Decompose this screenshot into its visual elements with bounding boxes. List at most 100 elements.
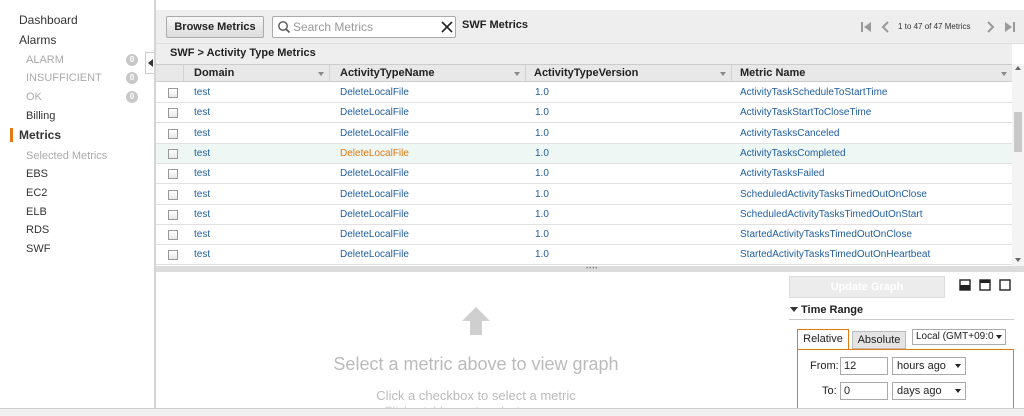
activity-type-name-cell[interactable]: DeleteLocalFile [340, 229, 409, 240]
table-row[interactable]: test DeleteLocalFile 1.0 ActivityTasksFaile… [156, 164, 1012, 185]
activity-type-name-cell[interactable]: DeleteLocalFile [340, 87, 409, 98]
from-unit-select[interactable]: hours ago [892, 357, 966, 375]
sidebar-item-ebs[interactable]: EBS [26, 168, 48, 180]
first-page-icon[interactable] [860, 21, 872, 33]
breadcrumb-text: SWF > Activity Type Metrics [170, 47, 316, 59]
domain-cell[interactable]: test [194, 189, 210, 200]
activity-type-name-cell[interactable]: DeleteLocalFile [340, 148, 409, 159]
search-input[interactable] [293, 19, 437, 35]
activity-type-version-cell[interactable]: 1.0 [535, 148, 549, 159]
activity-type-version-cell[interactable]: 1.0 [535, 87, 549, 98]
table-row[interactable]: test DeleteLocalFile 1.0 ActivityTaskSchedu… [156, 83, 1012, 103]
tab-relative[interactable]: Relative [797, 329, 849, 349]
activity-type-version-cell[interactable]: 1.0 [535, 189, 549, 200]
table-row[interactable]: test DeleteLocalFile 1.0 ScheduledActivityT… [156, 204, 1012, 225]
activity-type-name-cell[interactable]: DeleteLocalFile [340, 128, 409, 139]
sidebar-item-dashboard[interactable]: Dashboard [19, 13, 78, 27]
sidebar-item-billing[interactable]: Billing [26, 110, 55, 122]
domain-cell[interactable]: test [194, 229, 210, 240]
sidebar-item-alarms[interactable]: Alarms [19, 33, 56, 47]
scrollbar-thumb[interactable] [1014, 112, 1022, 152]
table-row[interactable]: test DeleteLocalFile 1.0 StartedActivityTas… [156, 225, 1012, 246]
row-checkbox[interactable] [168, 189, 178, 200]
row-checkbox[interactable] [168, 250, 178, 261]
view-medium-icon[interactable] [979, 279, 991, 291]
metric-name-cell[interactable]: StartedActivityTasksTimedOutOnHeartbeat [740, 249, 930, 260]
activity-type-version-cell[interactable]: 1.0 [535, 128, 549, 139]
activity-type-version-cell[interactable]: 1.0 [535, 107, 549, 118]
row-checkbox[interactable] [168, 169, 178, 180]
domain-cell[interactable]: test [194, 128, 210, 139]
column-metric-name-label: Metric Name [740, 67, 806, 79]
row-checkbox[interactable] [168, 209, 178, 220]
metric-name-cell[interactable]: StartedActivityTasksTimedOutOnClose [740, 229, 912, 240]
metric-name-cell[interactable]: ActivityTasksCompleted [740, 148, 846, 159]
domain-cell[interactable]: test [194, 87, 210, 98]
sidebar-item-ec2[interactable]: EC2 [26, 187, 47, 199]
collapse-caret-icon[interactable] [790, 307, 798, 312]
tab-absolute[interactable]: Absolute [852, 331, 906, 349]
row-checkbox[interactable] [168, 128, 178, 139]
sidebar-item-elb[interactable]: ELB [26, 206, 47, 218]
metric-name-cell[interactable]: ActivityTasksFailed [740, 168, 824, 179]
row-checkbox[interactable] [168, 88, 178, 98]
table-row[interactable]: test DeleteLocalFile 1.0 ActivityTaskStartT… [156, 103, 1012, 124]
view-small-icon[interactable] [959, 279, 971, 291]
domain-cell[interactable]: test [194, 148, 210, 159]
scroll-up-icon[interactable] [1015, 66, 1021, 70]
column-domain[interactable]: Domain [184, 65, 330, 82]
row-checkbox[interactable] [168, 230, 178, 241]
close-icon[interactable] [441, 21, 453, 33]
activity-type-version-cell[interactable]: 1.0 [535, 209, 549, 220]
to-amount-input[interactable]: 0 [840, 382, 888, 400]
metric-name-cell[interactable]: ScheduledActivityTasksTimedOutOnClose [740, 189, 927, 200]
activity-type-version-cell[interactable]: 1.0 [535, 168, 549, 179]
row-checkbox[interactable] [168, 108, 178, 119]
sidebar-item-metrics[interactable]: Metrics [19, 128, 61, 142]
activity-type-name-cell[interactable]: DeleteLocalFile [340, 189, 409, 200]
table-row[interactable]: test DeleteLocalFile 1.0 StartedActivityTas… [156, 245, 1012, 266]
sidebar-item-ok[interactable]: OK [26, 91, 42, 103]
table-row[interactable]: test DeleteLocalFile 1.0 ScheduledActivityT… [156, 184, 1012, 205]
update-graph-button[interactable]: Update Graph [789, 276, 945, 298]
table-row[interactable]: test DeleteLocalFile 1.0 ActivityTasksCompl… [156, 143, 1012, 164]
activity-type-version-cell[interactable]: 1.0 [535, 229, 549, 240]
metric-name-cell[interactable]: ActivityTaskScheduleToStartTime [740, 87, 887, 98]
domain-cell[interactable]: test [194, 107, 210, 118]
sidebar-item-alarm[interactable]: ALARM [26, 54, 64, 66]
activity-type-name-cell[interactable]: DeleteLocalFile [340, 249, 409, 260]
activity-type-version-cell[interactable]: 1.0 [535, 249, 549, 260]
timezone-select[interactable]: Local (GMT+09:0 [912, 329, 1006, 345]
view-large-icon[interactable] [999, 279, 1011, 291]
time-range-title[interactable]: Time Range [801, 304, 863, 316]
domain-cell[interactable]: test [194, 249, 210, 260]
sidebar-item-selected-metrics[interactable]: Selected Metrics [26, 150, 107, 162]
browse-metrics-button[interactable]: Browse Metrics [166, 16, 264, 38]
activity-type-name-cell[interactable]: DeleteLocalFile [340, 168, 409, 179]
column-activity-type-name[interactable]: ActivityTypeName [330, 65, 526, 82]
activity-type-name-cell[interactable]: DeleteLocalFile [340, 107, 409, 118]
from-amount-input[interactable]: 12 [840, 357, 888, 375]
sidebar-item-insufficient[interactable]: INSUFFICIENT [26, 72, 102, 84]
row-checkbox[interactable] [168, 148, 178, 159]
sidebar-item-swf[interactable]: SWF [26, 243, 50, 255]
scroll-down-icon[interactable] [1015, 258, 1021, 262]
next-page-icon[interactable] [984, 21, 996, 33]
column-metric-name[interactable]: Metric Name [732, 65, 1012, 82]
table-row[interactable]: test DeleteLocalFile 1.0 ActivityTasksCance… [156, 123, 1012, 144]
metric-name-cell[interactable]: ActivityTasksCanceled [740, 128, 839, 139]
domain-cell[interactable]: test [194, 168, 210, 179]
table-scrollbar[interactable] [1012, 64, 1024, 266]
prev-page-icon[interactable] [880, 21, 892, 33]
header-checkbox-col [156, 65, 184, 82]
last-page-icon[interactable] [1004, 21, 1016, 33]
pager: 1 to 47 of 47 Metrics [856, 10, 1024, 44]
to-unit-select[interactable]: days ago [892, 382, 966, 400]
activity-type-name-cell[interactable]: DeleteLocalFile [340, 209, 409, 220]
bottom-bar [0, 408, 1024, 416]
metric-name-cell[interactable]: ActivityTaskStartToCloseTime [740, 107, 871, 118]
metric-name-cell[interactable]: ScheduledActivityTasksTimedOutOnStart [740, 209, 922, 220]
domain-cell[interactable]: test [194, 209, 210, 220]
sidebar-item-rds[interactable]: RDS [26, 224, 49, 236]
column-activity-type-version[interactable]: ActivityTypeVersion [526, 65, 732, 82]
